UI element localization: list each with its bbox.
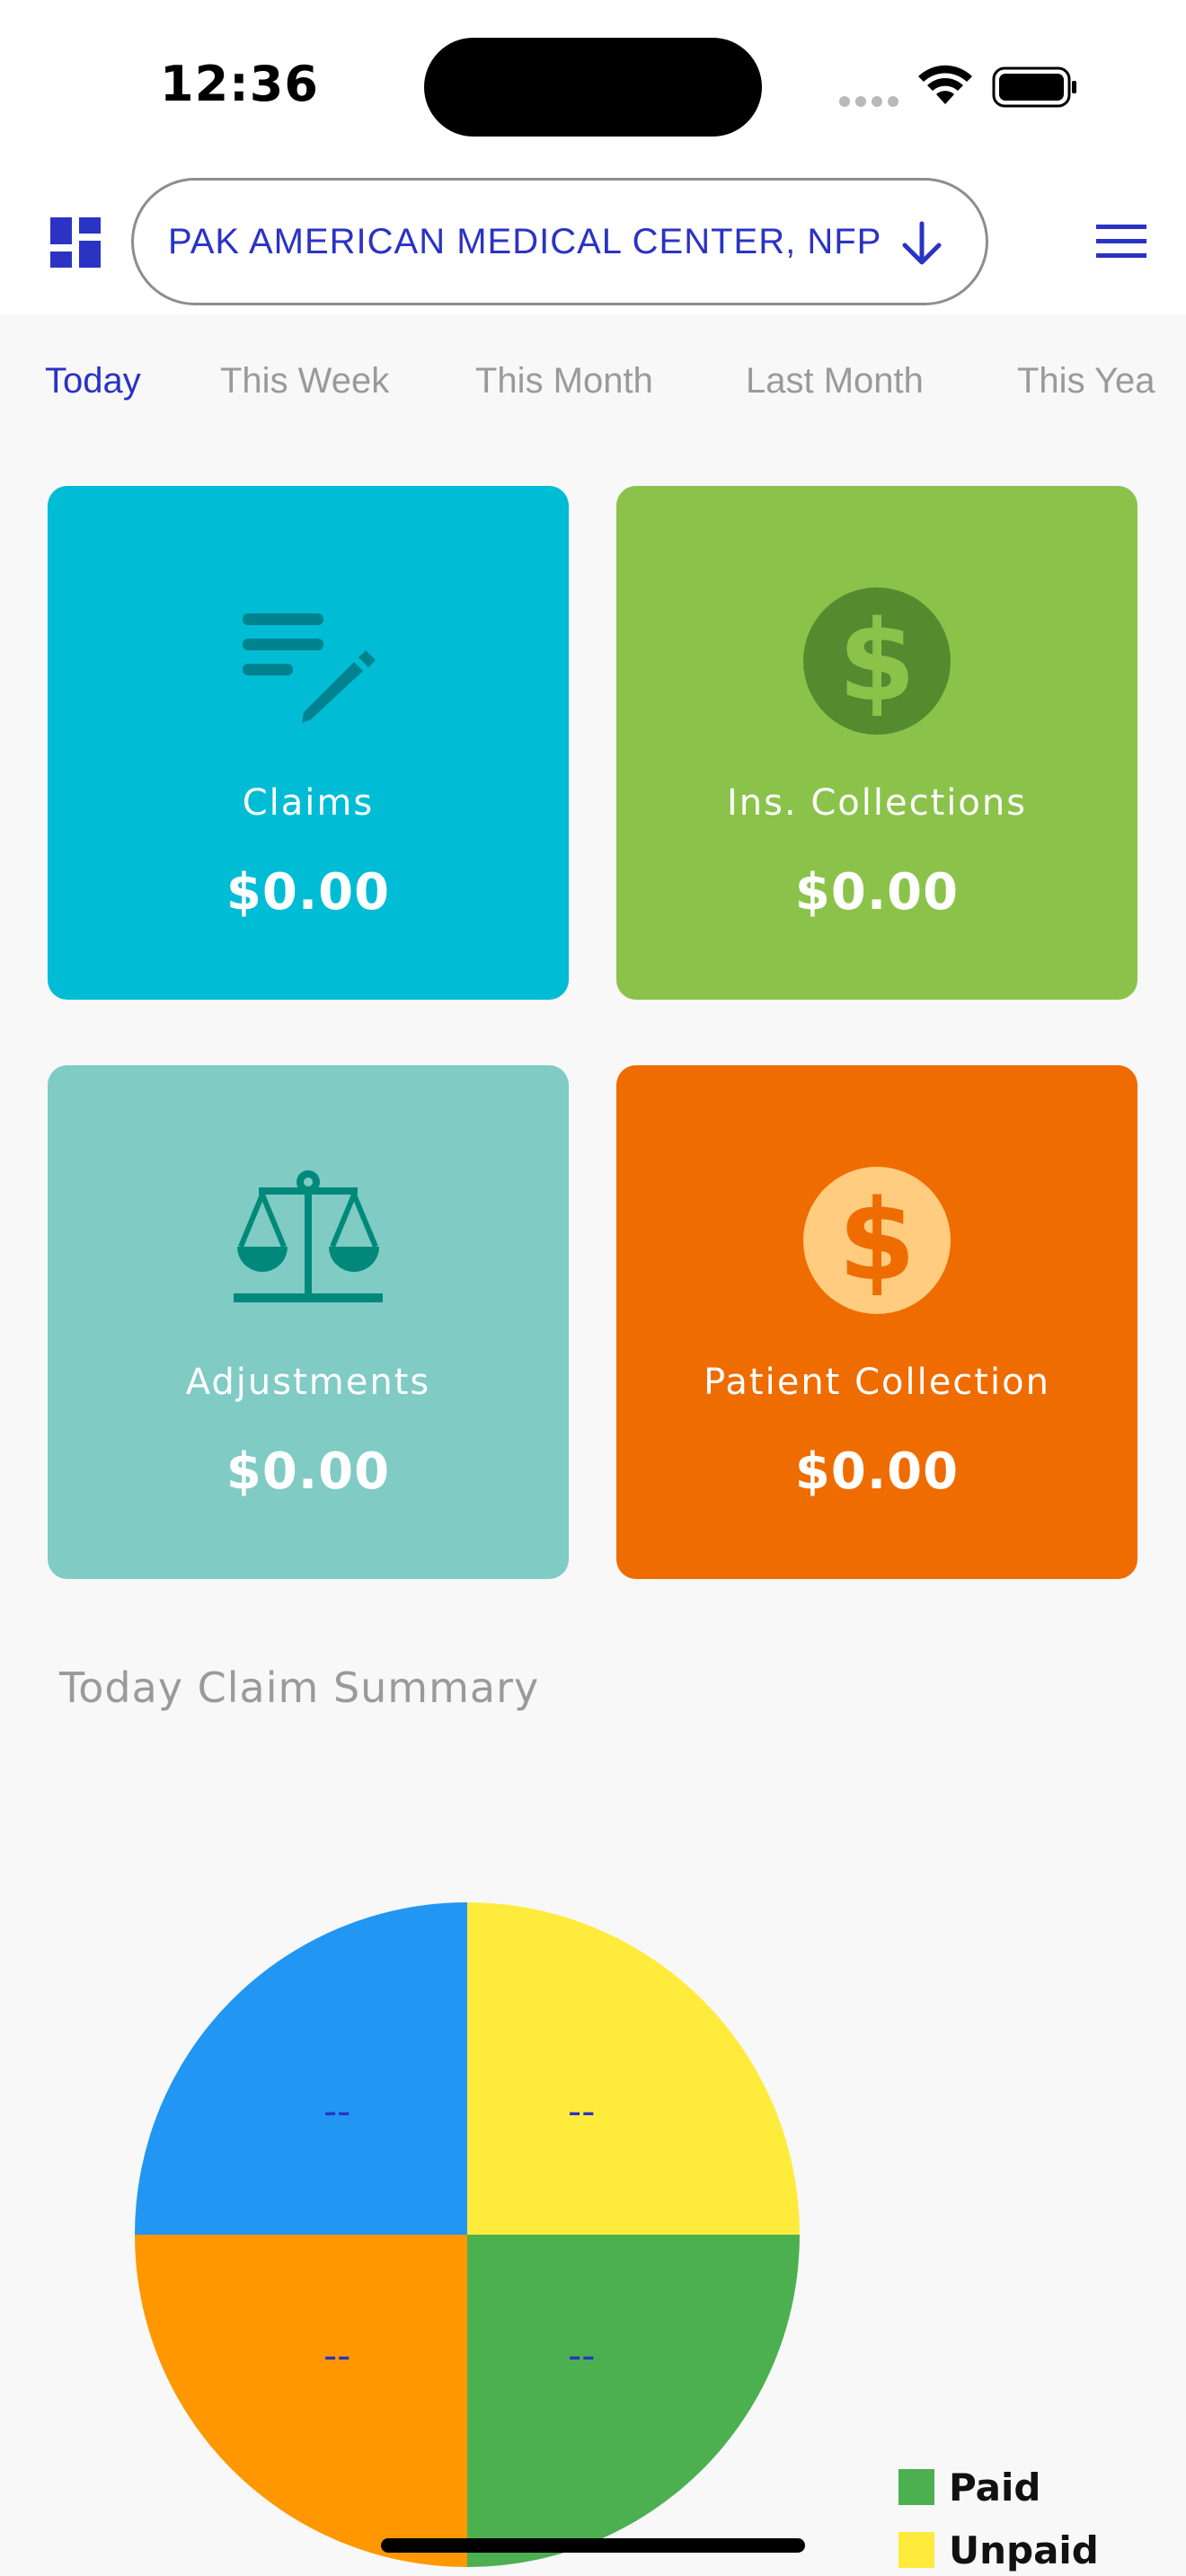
arrow-down-icon — [902, 221, 942, 265]
card-amount: $0.00 — [794, 1442, 960, 1501]
organization-name: PAK AMERICAN MEDICAL CENTER, NFP — [168, 221, 882, 261]
status-bar: 12:36 — [0, 0, 1186, 171]
pie-slice-label: -- — [568, 2333, 596, 2378]
balance-scale-icon — [234, 1170, 383, 1302]
organization-select[interactable]: PAK AMERICAN MEDICAL CENTER, NFP — [131, 178, 988, 305]
card-label: Claims — [242, 782, 375, 824]
svg-text:$: $ — [838, 597, 916, 727]
card-label: Ins. Collections — [726, 782, 1028, 824]
chart-legend: Paid Unpaid — [898, 2456, 1099, 2576]
ins-collections-card[interactable]: $ Ins. Collections $0.00 — [616, 486, 1137, 1000]
edit-notes-icon — [243, 613, 376, 723]
wifi-icon — [918, 65, 972, 104]
legend-swatch — [898, 2469, 934, 2505]
pie-slice-0[interactable] — [467, 1902, 800, 2235]
claims-card[interactable]: Claims $0.00 — [48, 486, 569, 1000]
legend-swatch — [898, 2532, 934, 2568]
card-amount: $0.00 — [226, 1442, 391, 1501]
tab-this-year[interactable]: This Yea — [1017, 361, 1155, 401]
tab-this-week[interactable]: This Week — [220, 361, 389, 401]
pie-slice-2[interactable] — [135, 2235, 467, 2567]
legend-label: Paid — [949, 2465, 1041, 2510]
card-amount: $0.00 — [226, 863, 391, 922]
dashboard-icon[interactable] — [50, 217, 101, 268]
pie-slice-label: -- — [568, 2088, 596, 2133]
card-label: Patient Collection — [704, 1362, 1050, 1403]
battery-icon — [992, 66, 1076, 108]
pie-slice-label: -- — [323, 2333, 351, 2378]
card-amount: $0.00 — [794, 863, 960, 922]
pie-slice-label: -- — [323, 2088, 351, 2133]
dynamic-island — [424, 38, 762, 137]
legend-item-unpaid: Unpaid — [898, 2519, 1099, 2576]
period-tabs: Today This Week This Month Last Month Th… — [0, 352, 1186, 415]
home-indicator — [381, 2538, 805, 2553]
card-label: Adjustments — [185, 1362, 431, 1403]
patient-collection-card[interactable]: $ Patient Collection $0.00 — [616, 1065, 1137, 1579]
signal-icon — [839, 93, 904, 110]
menu-icon[interactable] — [1096, 221, 1146, 262]
app-header: PAK AMERICAN MEDICAL CENTER, NFP — [0, 171, 1186, 314]
tab-this-month[interactable]: This Month — [475, 361, 653, 401]
pie-slice-1[interactable] — [467, 2235, 800, 2567]
claim-summary-pie-chart: -- -- -- -- — [135, 1902, 800, 2567]
pie-slice-3[interactable] — [135, 1902, 467, 2235]
tab-last-month[interactable]: Last Month — [746, 361, 924, 401]
dollar-icon: $ — [803, 1167, 951, 1314]
dollar-icon: $ — [803, 587, 951, 735]
pie-svg — [135, 1902, 800, 2567]
adjustments-card[interactable]: Adjustments $0.00 — [48, 1065, 569, 1579]
legend-item-paid: Paid — [898, 2456, 1099, 2519]
claim-summary-title: Today Claim Summary — [59, 1663, 540, 1712]
tab-today[interactable]: Today — [45, 361, 141, 401]
status-time: 12:36 — [160, 56, 319, 112]
svg-text:$: $ — [838, 1177, 916, 1306]
legend-label: Unpaid — [949, 2527, 1099, 2572]
